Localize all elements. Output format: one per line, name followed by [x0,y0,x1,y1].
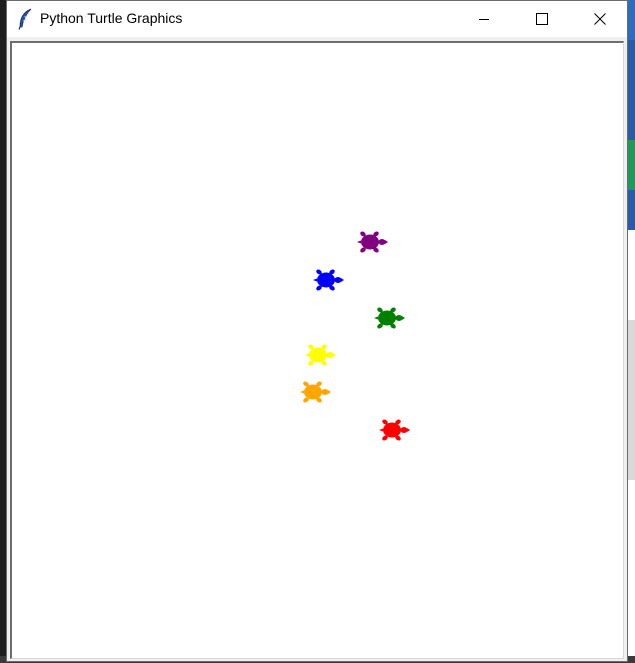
window-title: Python Turtle Graphics [40,10,183,26]
title-bar[interactable]: Python Turtle Graphics [7,1,627,37]
background-desktop-right [628,0,635,663]
maximize-icon [536,13,548,25]
orange-turtle [299,379,331,405]
close-button[interactable] [577,1,623,37]
close-icon [594,13,606,25]
turtle-canvas[interactable] [10,41,624,659]
blue-turtle [312,267,344,293]
minimize-button[interactable] [461,1,507,37]
feather-icon [17,8,35,30]
yellow-turtle [304,342,336,368]
turtle-window: Python Turtle Graphics [6,0,628,662]
maximize-button[interactable] [519,1,565,37]
minimize-icon [478,13,490,25]
purple-turtle [356,229,388,255]
red-turtle [378,417,410,443]
green-turtle [373,305,405,331]
